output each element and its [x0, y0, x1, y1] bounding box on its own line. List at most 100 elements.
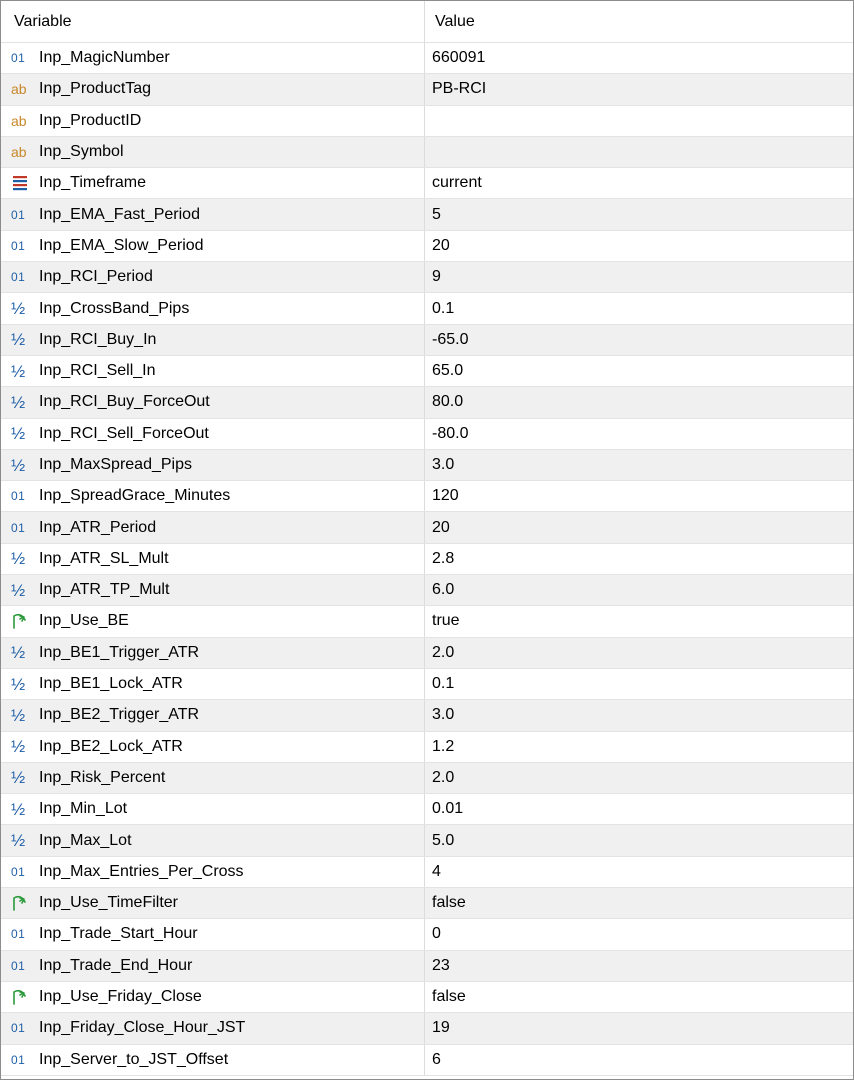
table-row[interactable]: Inp_Timeframe current [1, 168, 853, 200]
table-row[interactable]: ½ Inp_BE2_Trigger_ATR 3.0 [1, 700, 853, 732]
variable-name: Inp_EMA_Slow_Period [39, 236, 204, 254]
value-cell[interactable]: 4 [425, 857, 853, 887]
int-icon: 01 [11, 520, 26, 535]
table-row[interactable]: ½ Inp_RCI_Sell_In 65.0 [1, 355, 853, 388]
enum-icon [11, 175, 39, 191]
int-icon: 01 [11, 238, 26, 253]
table-row[interactable]: Inp_Use_BE true [1, 606, 853, 638]
value-cell[interactable]: PB-RCI [425, 74, 853, 104]
value-cell[interactable]: false [425, 982, 853, 1012]
value-cell[interactable]: 9 [425, 262, 853, 292]
variable-cell: Inp_Use_Friday_Close [1, 981, 425, 1013]
table-row[interactable]: 01 Inp_Max_Entries_Per_Cross 4 [1, 856, 853, 889]
value-cell[interactable]: -80.0 [425, 419, 853, 449]
value-cell[interactable]: 3.0 [425, 450, 853, 480]
value-cell[interactable]: 5.0 [425, 825, 853, 855]
variable-cell: ½ Inp_RCI_Sell_ForceOut [1, 418, 425, 449]
variable-name: Inp_EMA_Fast_Period [39, 205, 200, 223]
table-row[interactable]: 01 Inp_Trade_Start_Hour 0 [1, 919, 853, 951]
double-icon: ½ [11, 737, 26, 757]
table-row[interactable]: ½ Inp_RCI_Sell_ForceOut -80.0 [1, 418, 853, 450]
value-cell[interactable]: 23 [425, 951, 853, 981]
value-cell[interactable]: -65.0 [425, 325, 853, 355]
variable-cell: Inp_Use_BE [1, 606, 425, 637]
table-row[interactable]: 01 Inp_ATR_Period 20 [1, 512, 853, 544]
table-row[interactable]: ½ Inp_BE1_Lock_ATR 0.1 [1, 668, 853, 701]
value-cell[interactable]: 2.0 [425, 763, 853, 793]
bool-icon [11, 612, 39, 630]
variable-name: Inp_Symbol [39, 143, 124, 161]
value-cell[interactable]: 65.0 [425, 356, 853, 386]
table-row[interactable]: 01 Inp_Server_to_JST_Offset 6 [1, 1044, 853, 1076]
table-row[interactable]: ½ Inp_Max_Lot 5.0 [1, 825, 853, 857]
value-cell[interactable]: 0.1 [425, 669, 853, 699]
value-cell[interactable] [425, 106, 853, 136]
int-icon: 01 [11, 958, 26, 973]
double-icon: ½ [11, 580, 26, 600]
value-cell[interactable]: 5 [425, 199, 853, 229]
variable-name: Inp_Trade_End_Hour [39, 956, 193, 974]
table-row[interactable]: Inp_Use_Friday_Close false [1, 981, 853, 1014]
variable-name: Inp_Use_TimeFilter [39, 894, 179, 912]
double-icon: ½ [11, 361, 26, 381]
value-cell[interactable]: 19 [425, 1013, 853, 1043]
table-row[interactable]: 01 Inp_SpreadGrace_Minutes 120 [1, 481, 853, 513]
value-cell[interactable]: 2.0 [425, 638, 853, 668]
double-icon: ½ [11, 768, 26, 788]
table-row[interactable]: ½ Inp_RCI_Buy_ForceOut 80.0 [1, 387, 853, 419]
variable-cell: ½ Inp_BE1_Lock_ATR [1, 668, 425, 700]
table-row[interactable]: ab Inp_ProductTag PB-RCI [1, 74, 853, 106]
variable-cell: ½ Inp_Min_Lot [1, 794, 425, 825]
variable-name: Inp_Use_Friday_Close [39, 988, 202, 1006]
value-cell[interactable]: 120 [425, 481, 853, 511]
value-cell[interactable]: current [425, 168, 853, 198]
column-header-variable[interactable]: Variable [1, 1, 425, 42]
value-cell[interactable]: 0.1 [425, 293, 853, 323]
value-cell[interactable]: 6 [425, 1045, 853, 1075]
variable-cell: 01 Inp_Friday_Close_Hour_JST [1, 1013, 425, 1044]
value-cell[interactable]: true [425, 606, 853, 636]
variable-name: Inp_RCI_Buy_ForceOut [39, 393, 210, 411]
table-row[interactable]: ½ Inp_Min_Lot 0.01 [1, 794, 853, 826]
variable-cell: ½ Inp_RCI_Buy_In [1, 324, 425, 355]
table-row[interactable]: 01 Inp_EMA_Fast_Period 5 [1, 199, 853, 231]
variable-name: Inp_RCI_Sell_ForceOut [39, 424, 209, 442]
double-icon: ½ [11, 424, 26, 444]
value-cell[interactable]: 1.2 [425, 732, 853, 762]
table-row[interactable]: ½ Inp_BE1_Trigger_ATR 2.0 [1, 637, 853, 669]
value-cell[interactable]: 80.0 [425, 387, 853, 417]
table-row[interactable]: ½ Inp_BE2_Lock_ATR 1.2 [1, 731, 853, 763]
value-cell[interactable]: 0 [425, 919, 853, 949]
value-cell[interactable]: false [425, 888, 853, 918]
variable-cell: ½ Inp_BE2_Trigger_ATR [1, 700, 425, 731]
table-row[interactable]: ½ Inp_Risk_Percent 2.0 [1, 762, 853, 795]
value-cell[interactable]: 0.01 [425, 794, 853, 824]
bool-icon [11, 988, 39, 1006]
table-row[interactable]: 01 Inp_Trade_End_Hour 23 [1, 950, 853, 982]
table-row[interactable]: ab Inp_Symbol [1, 136, 853, 169]
value-cell[interactable] [425, 137, 853, 167]
table-row[interactable]: Inp_Use_TimeFilter false [1, 888, 853, 920]
table-row[interactable]: 01 Inp_Friday_Close_Hour_JST 19 [1, 1013, 853, 1045]
value-cell[interactable]: 20 [425, 512, 853, 542]
value-cell[interactable]: 660091 [425, 43, 853, 73]
table-row[interactable]: 01 Inp_RCI_Period 9 [1, 262, 853, 294]
table-row[interactable]: ½ Inp_RCI_Buy_In -65.0 [1, 324, 853, 356]
variable-cell: ½ Inp_CrossBand_Pips [1, 293, 425, 324]
value-cell[interactable]: 20 [425, 231, 853, 261]
table-row[interactable]: ½ Inp_CrossBand_Pips 0.1 [1, 293, 853, 325]
variable-name: Inp_ATR_Period [39, 518, 157, 536]
table-row[interactable]: 01 Inp_MagicNumber 660091 [1, 43, 853, 75]
value-cell[interactable]: 2.8 [425, 544, 853, 574]
variable-name: Inp_RCI_Period [39, 268, 153, 286]
table-row[interactable]: ½ Inp_ATR_SL_Mult 2.8 [1, 543, 853, 576]
table-row[interactable]: 01 Inp_EMA_Slow_Period 20 [1, 230, 853, 263]
value-cell[interactable]: 3.0 [425, 700, 853, 730]
column-header-value[interactable]: Value [425, 1, 853, 42]
int-icon: 01 [11, 1021, 26, 1036]
table-row[interactable]: ab Inp_ProductID [1, 105, 853, 137]
table-row[interactable]: ½ Inp_MaxSpread_Pips 3.0 [1, 449, 853, 482]
value-cell[interactable]: 6.0 [425, 575, 853, 605]
double-icon: ½ [11, 392, 26, 412]
table-row[interactable]: ½ Inp_ATR_TP_Mult 6.0 [1, 575, 853, 607]
